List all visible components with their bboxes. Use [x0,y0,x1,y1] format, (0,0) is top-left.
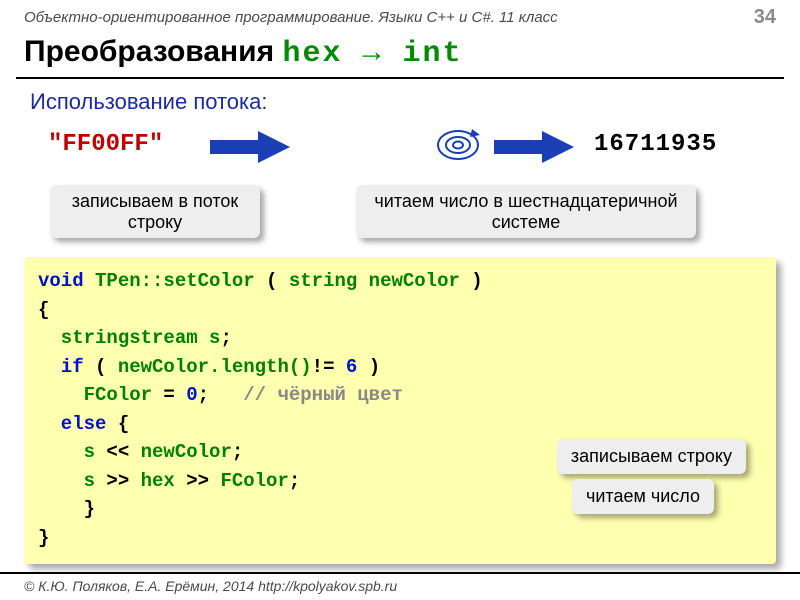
hex-literal: "FF00FF" [48,131,163,158]
arrow-right-icon [494,131,574,163]
code-block: void TPen::setColor ( string newColor ) … [24,257,776,564]
conversion-row: "FF00FF" 16711935 [24,125,776,185]
arrow-right-icon [210,131,290,163]
callout-read-hex: читаем число в шестнадцатеричной системе [356,185,696,238]
callouts-row: записываем в поток строку читаем число в… [24,185,776,249]
callout-write-string: записываем строку [557,439,746,474]
header-bar: Объектно-ориентированное программировани… [0,0,800,31]
slide-title: Преобразования hex → int [0,31,800,77]
title-mono: hex → int [282,37,462,71]
callout-write-stream: записываем в поток строку [50,185,260,238]
footer: © К.Ю. Поляков, Е.А. Ерёмин, 2014 http:/… [0,572,800,600]
int-literal: 16711935 [594,131,717,158]
subtitle: Использование потока: [0,89,800,125]
callout-read-number: читаем число [572,479,714,514]
spinner-icon [434,125,482,165]
page-number: 34 [754,6,776,29]
title-rule [16,77,784,79]
course-label: Объектно-ориентированное программировани… [24,9,754,26]
title-prefix: Преобразования [24,35,282,68]
